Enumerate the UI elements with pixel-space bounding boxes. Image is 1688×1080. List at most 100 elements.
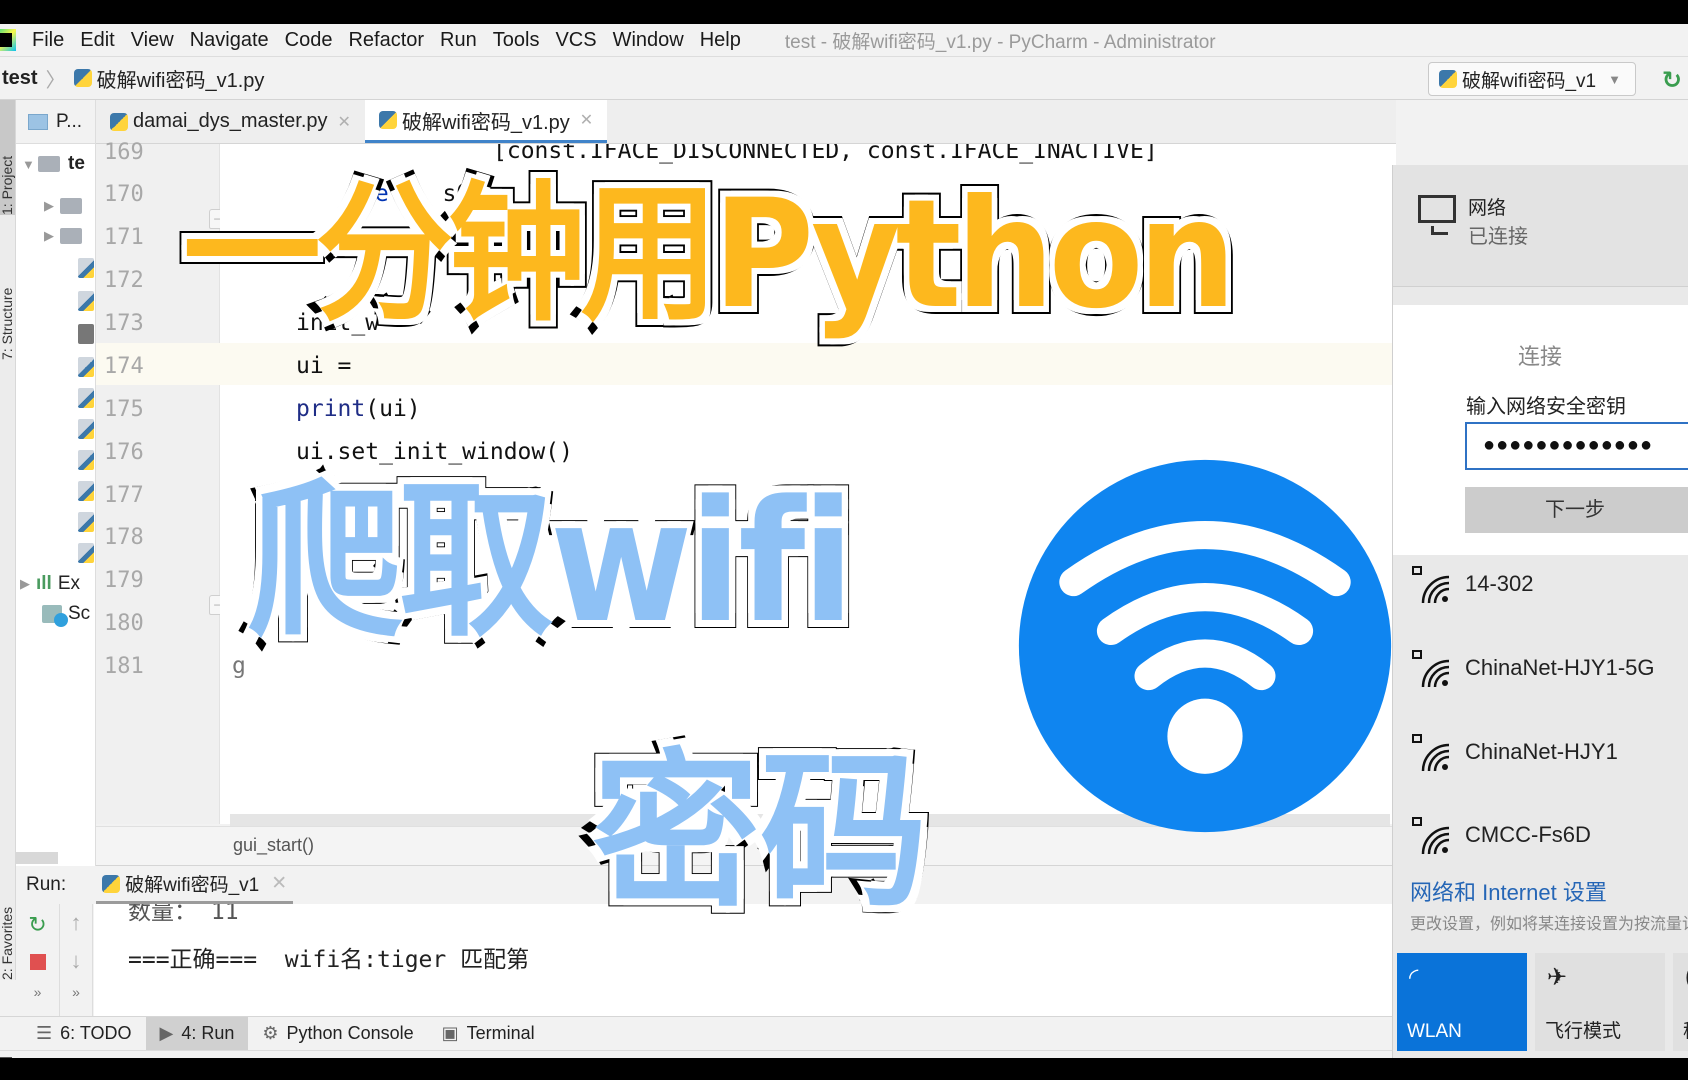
connected-network-name: 网络 [1468,198,1507,219]
secured-wifi-icon [1412,650,1450,688]
tree-file[interactable] [78,355,94,379]
run-toolbar-primary: ↻ » [16,904,60,1016]
run-tab[interactable]: 破解wifi密码_v1 ✕ [96,866,294,904]
python-file-icon [78,258,94,278]
wlan-toggle[interactable]: ◜ WLAN [1397,953,1527,1051]
tree-item-project-root[interactable]: ▼ te [22,152,85,176]
line-number: 174 [104,354,144,379]
code-line: ui.set_init_window() [296,439,573,465]
security-key-input[interactable]: ●●●●●●●●●●●●● [1465,422,1688,470]
project-tool-button[interactable]: 1: Project [0,100,15,215]
project-view-icon [28,113,48,130]
connected-network-item[interactable]: 网络 已连接 [1393,165,1688,287]
project-panel-header[interactable]: P... [16,100,95,144]
python-file-icon [378,111,397,129]
tree-file[interactable] [78,256,94,280]
line-number: 180 [104,611,144,636]
network-settings-link[interactable]: 网络和 Internet 设置 [1410,875,1607,907]
tab-crack-wifi[interactable]: 破解wifi密码_v1.py ✕ [364,100,608,143]
console-line: ===正确=== wifi名:tiger 匹配第 [128,947,530,973]
tool-tab-python-console[interactable]: ⚙ Python Console [248,1017,427,1050]
run-configuration-select[interactable]: 破解wifi密码_v1 ▼ [1428,62,1636,96]
tree-item-folder[interactable]: ▶ [44,194,90,218]
python-file-icon [78,450,94,470]
menu-navigate[interactable]: Navigate [190,29,269,52]
structure-tool-button[interactable]: 7: Structure [0,230,15,360]
airplane-mode-toggle[interactable]: ✈ 飞行模式 [1535,953,1665,1051]
connected-network-status: 已连接 [1468,226,1528,248]
close-run-tab-icon[interactable]: ✕ [271,872,287,895]
tool-tab-label: 6: TODO [60,1023,132,1043]
network-settings-description: 更改设置，例如将某连接设置为按流量计费。 [1410,916,1688,933]
favorites-tool-button[interactable]: 2: Favorites [0,880,15,980]
line-number: 179 [104,568,144,593]
project-horizontal-scrollbar[interactable] [16,852,58,864]
tree-file[interactable] [78,289,94,313]
tree-file[interactable] [78,479,94,503]
tree-file[interactable] [78,541,94,565]
quick-action-label: WLAN [1407,1021,1462,1042]
close-tab-icon[interactable]: ✕ [580,110,593,130]
next-button[interactable]: 下一步 [1465,487,1688,533]
menu-edit[interactable]: Edit [80,29,114,52]
menu-tools[interactable]: Tools [493,29,540,52]
console-line: 数量： 11 [128,904,239,925]
tree-item-external-libraries[interactable]: ▶ ıll Ex [20,572,80,596]
menu-run[interactable]: Run [440,29,477,52]
scratches-icon [42,605,68,627]
menu-refactor[interactable]: Refactor [348,29,424,52]
wifi-network-item[interactable]: ChinaNet-HJY1 [1393,725,1688,795]
breadcrumb-file[interactable]: 破解wifi密码_v1.py [97,64,265,93]
tree-file[interactable] [78,322,94,346]
menu-window[interactable]: Window [613,29,684,52]
line-number: 176 [104,440,144,465]
rerun-icon[interactable]: ↻ [1662,66,1682,95]
project-view-select[interactable]: P... [56,111,82,133]
tree-file[interactable] [78,386,94,410]
wifi-network-item[interactable]: 14-302 [1393,557,1688,627]
rerun-icon[interactable]: ↻ [16,912,59,938]
more-actions-icon[interactable]: » [60,984,92,1000]
more-actions-icon[interactable]: » [16,984,59,1000]
menu-file[interactable]: File [32,29,64,52]
arrow-down-icon[interactable]: ↓ [60,948,92,974]
breadcrumb-project[interactable]: test [2,67,38,90]
collapsed-arrow-icon: ▶ [44,228,54,243]
wifi-network-item[interactable]: ChinaNet-HJY1-5G [1393,641,1688,711]
tree-file[interactable] [78,417,94,441]
menu-code[interactable]: Code [285,29,333,52]
wifi-network-item[interactable]: CMCC-Fs6D [1393,808,1688,878]
tab-damai-dys-master[interactable]: damai_dys_master.py ✕ [96,100,365,143]
stop-button[interactable] [16,950,59,976]
tree-item-scratches[interactable]: Sc [42,602,91,627]
run-toolbar-secondary: ↑ ↓ » [60,904,93,1016]
menu-view[interactable]: View [131,29,174,52]
ethernet-pc-icon [1418,195,1456,235]
letterbox-bottom [0,1058,1688,1080]
quick-actions: ◜ WLAN ✈ 飞行模式 (( 移 [1397,953,1688,1053]
tree-item-folder[interactable]: ▶ [44,224,90,248]
menu-vcs[interactable]: VCS [555,29,596,52]
python-file-icon [78,357,94,377]
mobile-hotspot-toggle[interactable]: (( 移 [1673,953,1688,1051]
folder-icon [60,228,82,244]
code-breadcrumb-function[interactable]: gui_start() [233,835,314,856]
line-number: 178 [104,525,144,550]
tree-file[interactable] [78,448,94,472]
terminal-icon: ▣ [441,1023,459,1043]
tree-item-label: Sc [68,603,91,624]
line-number: 169 [104,140,144,165]
secured-wifi-icon [1412,734,1450,772]
tool-tab-terminal[interactable]: ▣ Terminal [428,1017,549,1050]
network-flyout: 网络 已连接 连接 输入网络安全密钥 ●●●●●●●●●●●●● 下一步 14-… [1392,165,1688,1058]
tree-file[interactable] [78,510,94,534]
window-title: test - 破解wifi密码_v1.py - PyCharm - Admini… [784,31,1216,53]
line-number: 173 [104,311,144,336]
project-panel: P... ▼ te ▶ ▶ ▶ ıll Ex Sc [16,100,96,870]
close-tab-icon[interactable]: ✕ [338,112,351,132]
tool-tab-todo[interactable]: ☰ 6: TODO [22,1017,146,1050]
arrow-up-icon[interactable]: ↑ [60,910,92,936]
tool-tab-run[interactable]: ▶ 4: Run [145,1017,249,1050]
menu-help[interactable]: Help [700,29,741,52]
tool-tab-label: Terminal [466,1023,535,1043]
